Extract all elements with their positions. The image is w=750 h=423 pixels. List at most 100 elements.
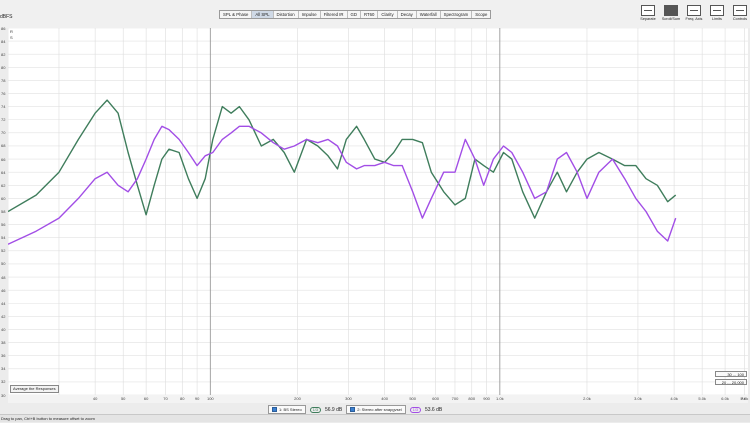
x-tick-label: 6.0k	[721, 396, 729, 401]
status-bar: Drag to pan, Ctrl+B button to measure of…	[0, 414, 750, 422]
x-tick-label: 300	[345, 396, 352, 401]
tab-distortion[interactable]: Distortion	[274, 11, 299, 18]
checkbox-icon[interactable]	[350, 407, 356, 412]
y-tick-label: 32	[1, 379, 6, 385]
tab-spl-phase[interactable]: SPL & Phase	[220, 11, 253, 18]
legend-value-1: 56.9 dB	[324, 406, 343, 413]
x-tick-label: 400	[381, 396, 388, 401]
y-tick-label: 66	[1, 156, 6, 162]
y-tick-label: 54	[1, 235, 6, 241]
tool-separate[interactable]: Separate	[638, 5, 658, 21]
frequency-response-chart	[8, 28, 748, 395]
graph-tools: Separate Scroll/Sum Freq. Axis Limits Contro…	[638, 5, 750, 21]
y-tick-label: 38	[1, 340, 6, 346]
y-tick-label: 80	[1, 64, 6, 70]
x-tick-label: 1.0k	[496, 396, 504, 401]
y-tick-label: 62	[1, 182, 6, 188]
legend-item-2[interactable]: 2: Stereo after snapgvsel	[346, 405, 406, 414]
y-tick-label: 76	[1, 91, 6, 97]
tool-scroll-sum[interactable]: Scroll/Sum	[661, 5, 681, 21]
tab-spectrogram[interactable]: Spectrogram	[441, 11, 473, 18]
x-tick-label: 900	[483, 396, 490, 401]
x-tick-label: 50	[120, 396, 126, 401]
y-tick-label: 60	[1, 195, 6, 201]
legend-name-2: 2: Stereo after snapgvsel	[357, 407, 402, 412]
y-tick-label: 64	[1, 169, 6, 175]
tool-label: Freq. Axis	[685, 17, 703, 21]
average-responses-button[interactable]: Average the Responses	[10, 385, 59, 393]
y-tick-label: 82	[1, 51, 6, 57]
y-tick-label: 84	[1, 38, 6, 44]
y-tick-label: 50	[1, 261, 6, 267]
y-tick-label: 34	[1, 366, 6, 372]
freq-axis-icon	[687, 5, 701, 16]
x-tick-label: 700	[451, 396, 459, 401]
controls-icon	[733, 5, 747, 16]
tool-limits[interactable]: Limits	[707, 5, 727, 21]
legend-value-2: 53.6 dB	[424, 406, 443, 413]
tab-waterfall[interactable]: Waterfall	[417, 11, 441, 18]
x-tick-label: 40	[92, 396, 98, 401]
x-unit-label: Hz	[740, 396, 746, 401]
y-tick-label: 58	[1, 209, 6, 214]
x-axis: 40 50 60 70 80 90 100 200 300 400 500 600 700 800 900 1…	[8, 395, 748, 403]
tab-all-spl[interactable]: All SPL	[252, 11, 274, 18]
y-tick-label: 36	[1, 353, 6, 359]
y-unit-label: dBFS	[0, 14, 13, 20]
x-tick-label: 80	[180, 396, 185, 401]
tab-scope[interactable]: Scope	[472, 11, 490, 18]
graph-tabs: SPL & Phase All SPL Distortion Impulse Filte…	[219, 10, 492, 19]
x-tick-label: 5.0k	[698, 396, 706, 401]
plot-corner-label: R	[10, 29, 13, 34]
tool-freq-axis[interactable]: Freq. Axis	[684, 5, 704, 21]
tab-gd[interactable]: GD	[348, 11, 361, 18]
x-tick-label: 100	[206, 396, 214, 401]
y-tick-label: 40	[1, 326, 6, 332]
y-tick-label: 70	[1, 130, 6, 136]
y-tick-label: 48	[1, 274, 6, 280]
x-tick-label: 4.0k	[670, 396, 678, 401]
plot-corner-label-2: S	[10, 35, 13, 40]
y-tick-label: 68	[1, 143, 6, 149]
limits-icon	[710, 5, 724, 16]
y-tick-label: 74	[1, 104, 6, 110]
y-tick-label: 56	[1, 222, 6, 228]
top-toolbar: dBFS SPL & Phase All SPL Distortion Impulse…	[0, 0, 750, 28]
x-tick-label: 90	[194, 396, 200, 401]
y-tick-label: 44	[1, 300, 6, 306]
tab-filtered-ir[interactable]: Filtered IR	[321, 11, 348, 18]
tab-impulse[interactable]: Impulse	[299, 11, 321, 18]
x-tick-label: 600	[432, 396, 439, 401]
y-tick-label: 42	[1, 313, 6, 319]
plot-area[interactable]	[8, 28, 748, 395]
tool-controls[interactable]: Controls	[730, 5, 750, 21]
y-range-button[interactable]: 30 ... 100	[715, 371, 747, 377]
scroll-icon	[664, 5, 678, 16]
x-range-button[interactable]: 20 ... 20,000	[715, 379, 747, 385]
x-tick-label: 2.0k	[583, 396, 591, 401]
smoothing-pill-1[interactable]: 1/3	[309, 406, 321, 413]
tab-clarity[interactable]: Clarity	[378, 11, 398, 18]
x-tick-label: 3.0k	[634, 396, 642, 401]
checkbox-icon[interactable]	[272, 407, 277, 412]
x-tick-label: 200	[294, 396, 301, 401]
y-tick-label: 86	[1, 25, 6, 31]
y-tick-label: 52	[1, 248, 6, 254]
y-tick-label: 46	[1, 287, 6, 293]
tool-label: Separate	[640, 17, 656, 21]
legend-item-1[interactable]: 1: BS Stereo	[268, 405, 306, 414]
x-tick-label: 800	[468, 396, 476, 401]
smoothing-pill-2[interactable]: 1/3	[409, 406, 421, 413]
y-axis-labels: 30 32 34 36 38 40 42 44 46 48 50 52 54 56 58 60 62 64 66 68…	[0, 25, 8, 398]
tool-label: Limits	[712, 17, 722, 21]
legend: 1: BS Stereo 1/3 56.9 dB 2: Stereo after…	[268, 405, 442, 414]
x-tick-label: 70	[163, 396, 168, 401]
tool-label: Controls	[732, 17, 748, 21]
tab-decay[interactable]: Decay	[398, 11, 417, 18]
y-tick-label: 72	[1, 117, 6, 123]
tab-rt60[interactable]: RT60	[361, 11, 379, 18]
legend-name-1: 1: BS Stereo	[279, 407, 302, 412]
y-tick-label: 30	[1, 392, 6, 398]
x-tick-label: 500	[409, 396, 417, 401]
y-tick-label: 78	[1, 77, 6, 83]
